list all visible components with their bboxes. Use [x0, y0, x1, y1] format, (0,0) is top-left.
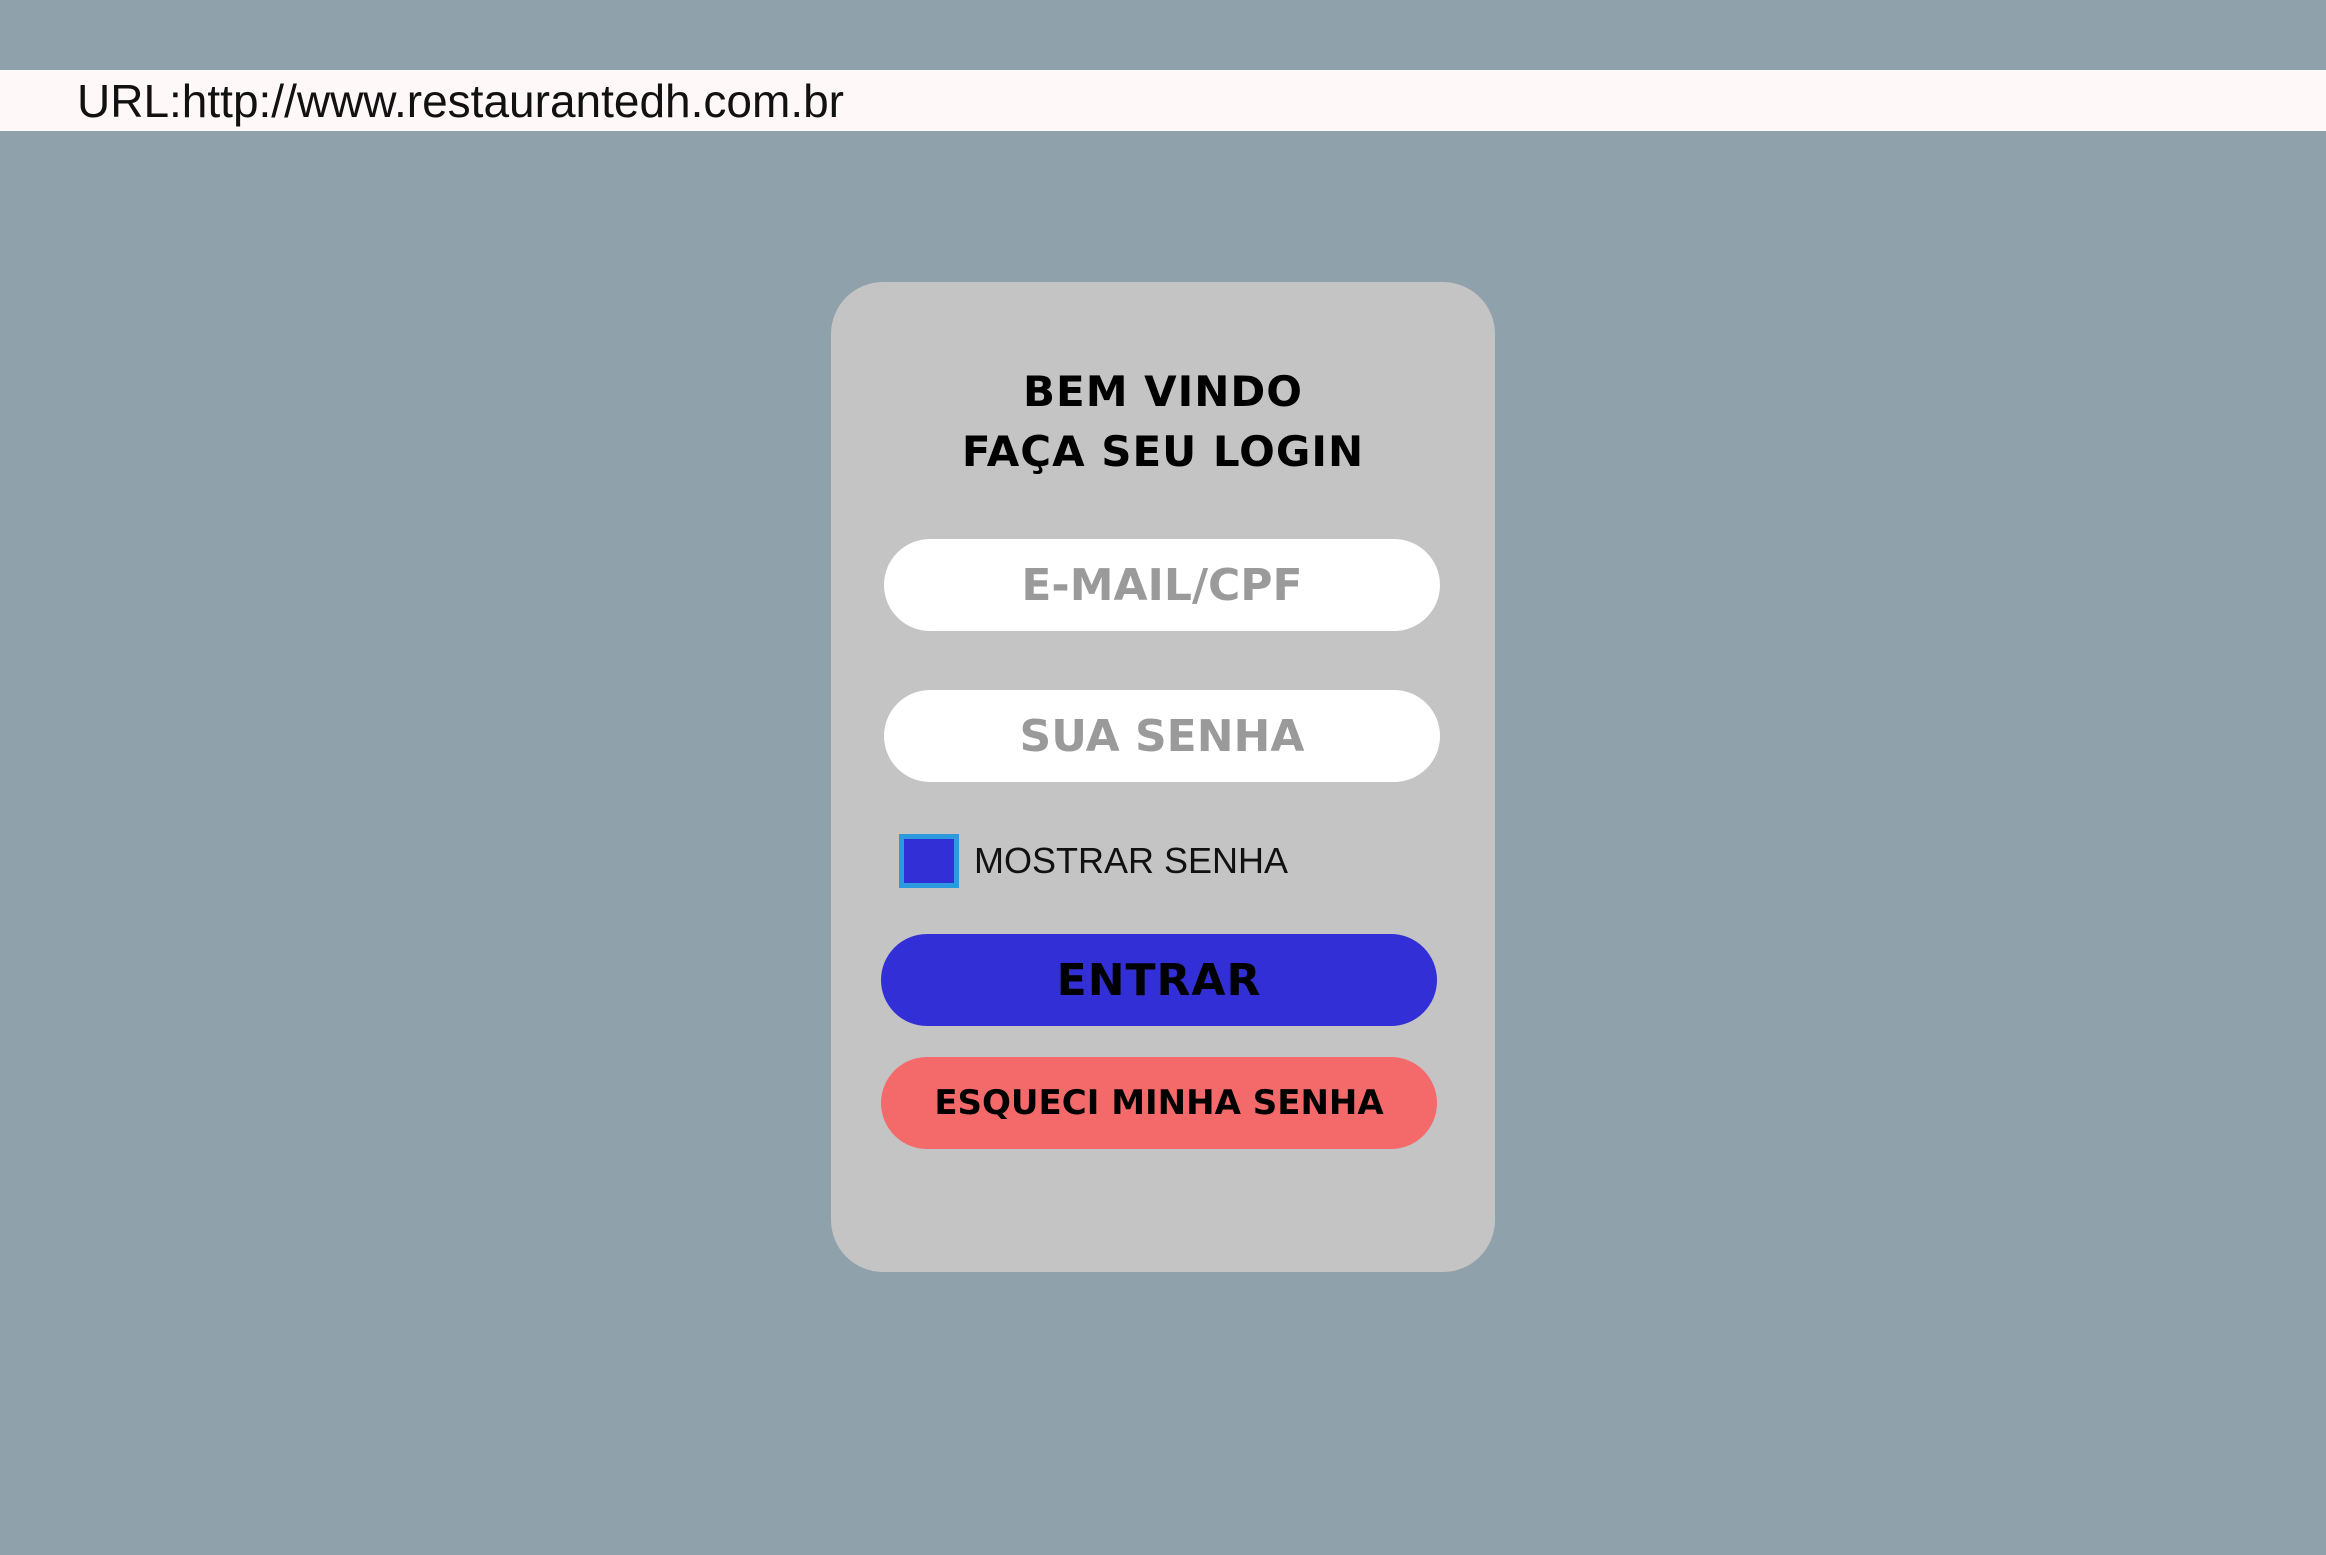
password-input[interactable] — [884, 690, 1440, 782]
show-password-row: MOSTRAR SENHA — [899, 831, 1288, 891]
forgot-password-button[interactable]: ESQUECI MINHA SENHA — [881, 1057, 1437, 1149]
welcome-heading: BEM VINDO — [1023, 367, 1303, 416]
login-title: BEM VINDO FAÇA SEU LOGIN — [831, 362, 1495, 482]
show-password-label[interactable]: MOSTRAR SENHA — [974, 840, 1288, 882]
enter-button[interactable]: ENTRAR — [881, 934, 1437, 1026]
page: URL:http://www.restaurantedh.com.br BEM … — [0, 0, 2326, 1555]
address-bar: URL:http://www.restaurantedh.com.br — [0, 70, 2326, 131]
email-cpf-input[interactable] — [884, 539, 1440, 631]
show-password-checkbox[interactable] — [899, 834, 959, 888]
login-heading: FAÇA SEU LOGIN — [961, 427, 1365, 476]
login-card: BEM VINDO FAÇA SEU LOGIN MOSTRAR SENHA E… — [831, 282, 1495, 1272]
url-text: URL:http://www.restaurantedh.com.br — [77, 74, 844, 127]
